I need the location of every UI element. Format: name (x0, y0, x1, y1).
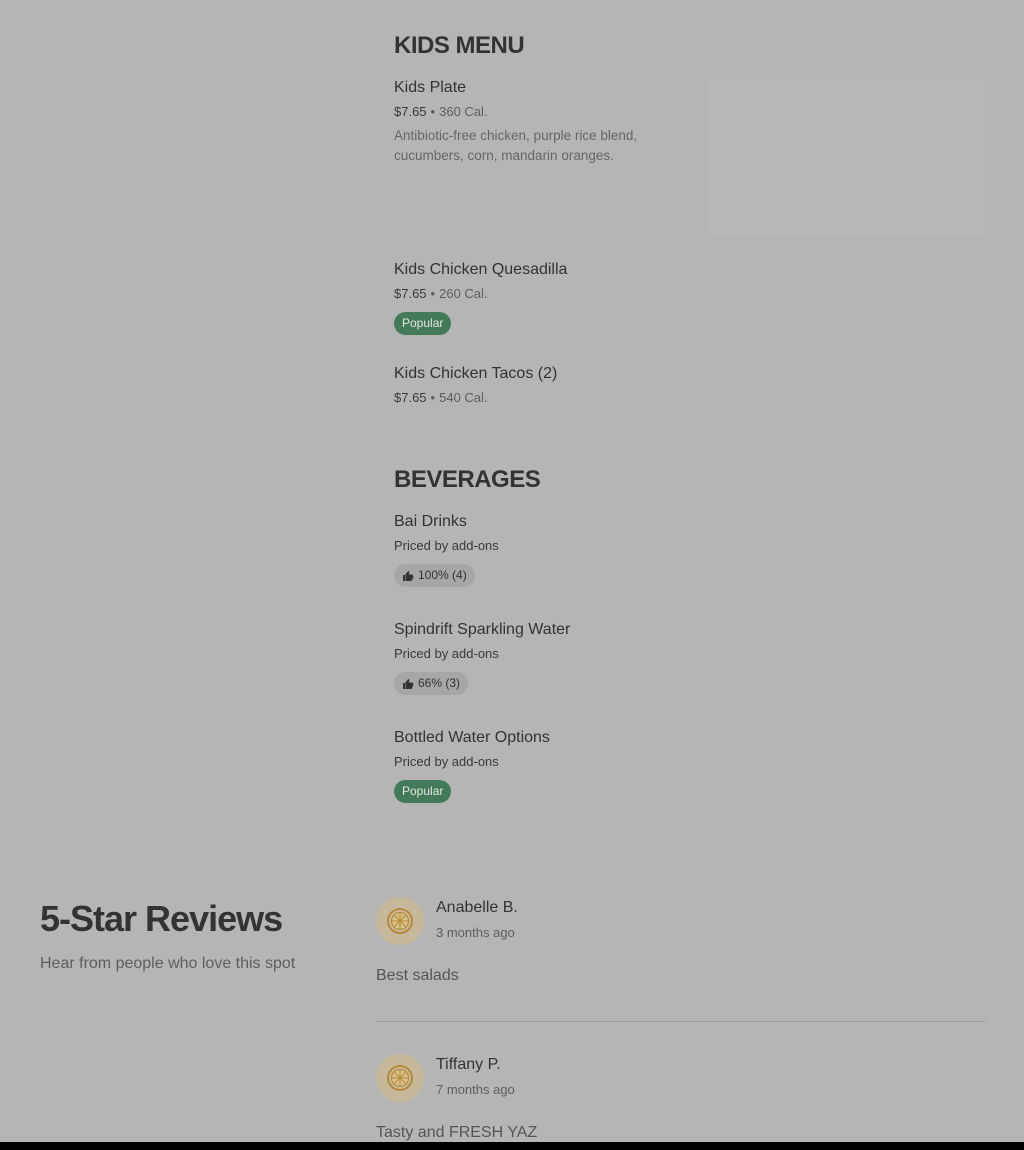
menu-item-kids-chicken-quesadilla[interactable]: Kids Chicken Quesadilla $7.65 • 260 Cal. P… (394, 260, 994, 335)
item-name: Spindrift Sparkling Water (394, 621, 571, 638)
bottom-edge-bar (0, 1142, 1024, 1150)
item-calories: 360 Cal. (439, 104, 488, 119)
menu-item-bai-drinks[interactable]: Bai Drinks Priced by add-ons 100% (4) (394, 512, 994, 587)
separator-dot: • (430, 104, 436, 119)
review-time: 3 months ago (436, 925, 515, 940)
lemon-slice-icon (387, 1065, 413, 1091)
separator-dot: • (430, 286, 436, 301)
item-calories: 260 Cal. (439, 286, 488, 301)
item-price: $7.65 (394, 286, 427, 301)
rating-badge: 100% (4) (394, 564, 475, 587)
popular-badge: Popular (394, 312, 452, 335)
review-divider (376, 1021, 986, 1022)
rating-badge: 66% (3) (394, 672, 469, 695)
separator-dot: • (430, 390, 436, 405)
item-name: Bai Drinks (394, 513, 467, 530)
reviews-title: 5-Star Reviews (40, 898, 283, 939)
reviewer-name: Tiffany P. (436, 1056, 501, 1073)
lemon-slice-icon (387, 908, 413, 934)
beverages-title: BEVERAGES (394, 466, 541, 493)
reviews-subtitle: Hear from people who love this spot (40, 955, 296, 972)
review-time: 7 months ago (436, 1082, 515, 1097)
reviewer-name: Anabelle B. (436, 899, 518, 916)
item-name: Bottled Water Options (394, 729, 550, 746)
avatar (376, 897, 424, 945)
item-price-text: Priced by add-ons (394, 646, 499, 661)
item-name: Kids Chicken Quesadilla (394, 261, 568, 278)
item-meta: $7.65 • 260 Cal. (394, 286, 994, 302)
kids-menu-title: KIDS MENU (394, 32, 525, 59)
item-description: Antibiotic-free chicken, purple rice ble… (394, 128, 638, 163)
item-price: $7.65 (394, 390, 427, 405)
thumbs-up-icon (403, 570, 414, 581)
menu-item-bottled-water[interactable]: Bottled Water Options Priced by add-ons … (394, 728, 994, 803)
item-meta: $7.65 • 540 Cal. (394, 390, 994, 406)
item-price-text: Priced by add-ons (394, 754, 499, 769)
rating-text: 66% (3) (418, 676, 461, 690)
item-price: $7.65 (394, 104, 427, 119)
popular-badge: Popular (394, 780, 452, 803)
item-price-text: Priced by add-ons (394, 538, 499, 553)
rating-text: 100% (4) (418, 568, 467, 582)
review-text: Best salads (376, 967, 459, 984)
item-name: Kids Chicken Tacos (2) (394, 365, 558, 382)
thumbs-up-icon (403, 678, 414, 689)
menu-item-spindrift[interactable]: Spindrift Sparkling Water Priced by add-… (394, 620, 994, 695)
item-calories: 540 Cal. (439, 390, 488, 405)
menu-item-kids-chicken-tacos[interactable]: Kids Chicken Tacos (2) $7.65 • 540 Cal. (394, 364, 994, 406)
item-image-placeholder[interactable] (708, 80, 985, 237)
review-text: Tasty and FRESH YAZ (376, 1124, 538, 1141)
avatar (376, 1054, 424, 1102)
